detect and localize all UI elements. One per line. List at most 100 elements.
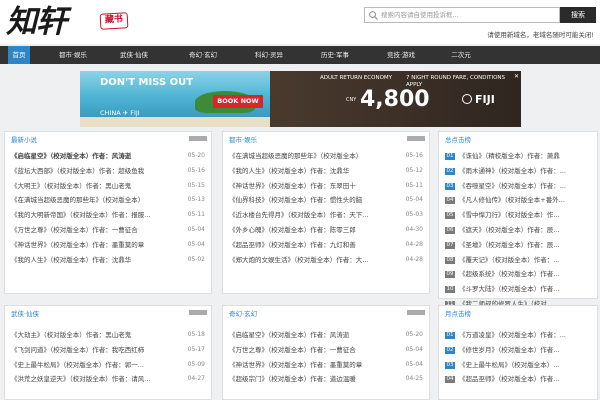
book-title-link[interactable]: 《超级宗门》（校对版全本）作者：道边温暖 xyxy=(229,372,401,387)
book-title-link[interactable]: 《启临星空》（校对版全本）作者：风涛逝 xyxy=(229,328,401,343)
book-title-link[interactable]: 《大明王》（校对版全本）作者：黑山老鬼 xyxy=(11,179,183,194)
book-title-link[interactable]: 《大劫主》（校对版全本）作者：黑山老鬼 xyxy=(11,328,183,343)
ranking-item[interactable]: 07 《圣墟》（校对版全本）作者：辰... xyxy=(439,238,597,253)
ranking-item[interactable]: 04 《凡人修仙传》（校对版全本+番外... xyxy=(439,193,597,208)
ranking-item[interactable]: 10 《斗罗大陆》（校对版全本）作者... xyxy=(439,282,597,297)
nav-history[interactable]: 历史·军事 xyxy=(312,46,358,64)
book-title-link[interactable]: 《神话世界》（校对版全本）作者：墨重莫的章 xyxy=(11,238,183,253)
panel-title[interactable]: 奇幻·玄幻 xyxy=(229,308,257,318)
list-item[interactable]: 《神话世界》（校对版全本）作者：墨重莫的章 05-04 xyxy=(223,358,429,373)
list-item[interactable]: 《启临星空》（校对版全本）作者：风涛逝 05-20 xyxy=(5,149,211,164)
panel-title[interactable]: 武侠·仙侠 xyxy=(11,308,39,318)
book-title-link[interactable]: 《凡人修仙传》（校对版全本+番外... xyxy=(459,193,593,208)
list-item[interactable]: 《洪荒之妖皇逆天》（校对版全本）作者：请风... 04-27 xyxy=(5,372,211,387)
book-title-link[interactable]: 《洪荒之妖皇逆天》（校对版全本）作者：请风... xyxy=(11,372,183,387)
book-title-link[interactable]: 《在满城当超级恶魔的那些年》（校对版全本） xyxy=(229,149,401,164)
list-item[interactable]: 《外乡心魄》（校对版全本）作者：陈零三郎 04-30 xyxy=(223,223,429,238)
book-title-link[interactable]: 《覆天记》（校对版全本）作者：... xyxy=(459,253,593,268)
list-item[interactable]: 《大明王》（校对版全本）作者：黑山老鬼 05-15 xyxy=(5,179,211,194)
ranking-item[interactable]: 02 《雨木通神》（校对版全本）作者：... xyxy=(439,164,597,179)
ranking-item[interactable]: 05 《雪中悍刀行》（校对版全本）作... xyxy=(439,208,597,223)
book-title-link[interactable]: 《万道凌皇》（校对版全本）作者：... xyxy=(459,328,593,343)
more-icon[interactable] xyxy=(189,136,207,141)
list-item[interactable]: 《神话世界》（校对版全本）作者：墨重莫的章 05-04 xyxy=(5,238,211,253)
list-item[interactable]: 《仙界科技》（校对版全本）作者：惯性头的脑 05-04 xyxy=(223,193,429,208)
book-title-link[interactable]: 《超品巫师》（校对版全本）作者... xyxy=(459,372,593,387)
book-title-link[interactable]: 《万世之尊》（校对版全本）作者：一曹征合 xyxy=(11,223,183,238)
list-item[interactable]: 《郑大炮的文娱生活》（校对版全本）作者：大... 04-28 xyxy=(223,253,429,268)
nav-urban[interactable]: 都市·娱乐 xyxy=(49,46,97,64)
ranking-item[interactable]: 08 《覆天记》（校对版全本）作者：... xyxy=(439,253,597,268)
panel-title[interactable]: 月点击榜 xyxy=(445,308,471,318)
ranking-item[interactable]: 01 《诛仙》（精校版全本）作者：萧鼎 xyxy=(439,149,597,164)
book-title-link[interactable]: 《启临星空》（校对版全本）作者：风涛逝 xyxy=(11,149,183,164)
panel-title[interactable]: 最新小说 xyxy=(11,134,37,144)
list-item[interactable]: 《在满城当超级恶魔的那些年》（校对版全本） 05-13 xyxy=(5,193,211,208)
site-logo[interactable]: 知轩 藏书 xyxy=(6,2,156,42)
book-title-link[interactable]: 《超级系统》（校对版全本）作者... xyxy=(459,267,593,282)
search-button[interactable]: 搜索 xyxy=(560,7,596,23)
nav-games[interactable]: 竞技·游戏 xyxy=(378,46,424,64)
book-title-link[interactable]: 《郑大炮的文娱生活》（校对版全本）作者：大... xyxy=(229,253,401,268)
list-item[interactable]: 《飞剑问道》（校对版全本）作者：我吃西红柿 05-17 xyxy=(5,343,211,358)
list-item[interactable]: 《大劫主》（校对版全本）作者：黑山老鬼 05-18 xyxy=(5,328,211,343)
book-title-link[interactable]: 《超品巫师》（校对版全本）作者：九灯和善 xyxy=(229,238,401,253)
nav-scifi[interactable]: 科幻·灵异 xyxy=(246,46,292,64)
ranking-item[interactable]: 04 《超品巫师》（校对版全本）作者... xyxy=(439,372,597,387)
list-item[interactable]: 《万世之尊》（校对版全本）作者：一曹征合 05-04 xyxy=(5,223,211,238)
book-title-link[interactable]: 《外乡心魄》（校对版全本）作者：陈零三郎 xyxy=(229,223,401,238)
book-title-link[interactable]: 《史上最牛松局》（校对版全本）... xyxy=(459,358,593,373)
book-title-link[interactable]: 《万世之尊》（校对版全本）作者：一曹征合 xyxy=(229,343,401,358)
book-title-link[interactable]: 《神话世界》（校对版全本）作者：东翠田十 xyxy=(229,179,401,194)
book-title-link[interactable]: 《我的人生》（校对版全本）作者：沈鼎华 xyxy=(11,253,183,268)
list-item[interactable]: 《万世之尊》（校对版全本）作者：一曹征合 05-04 xyxy=(223,343,429,358)
book-title-link[interactable]: 《我的大明新帝国》（校对版全本）作者：报服... xyxy=(11,208,183,223)
nav-fantasy[interactable]: 奇幻·玄幻 xyxy=(180,46,226,64)
more-icon[interactable] xyxy=(407,136,425,141)
list-item[interactable]: 《蓝坛大西部》（校对版全本）作者：超级鱼我 05-16 xyxy=(5,164,211,179)
ranking-item[interactable]: 01 《万道凌皇》（校对版全本）作者：... xyxy=(439,328,597,343)
list-item[interactable]: 《近水楼台先得月》（校对版全本）作者：天下... 05-03 xyxy=(223,208,429,223)
ad-banner[interactable]: DON'T MISS OUT CHINA ✈ FIJI BOOK NOW ADU… xyxy=(80,71,521,127)
ranking-item[interactable]: 03 《史上最牛松局》（校对版全本）... xyxy=(439,358,597,373)
ad-book-button[interactable]: BOOK NOW xyxy=(213,95,263,108)
more-icon[interactable] xyxy=(407,310,425,315)
book-title-link[interactable]: 《史上最牛松局》（校对版全本）作者：郭一... xyxy=(11,358,183,373)
ranking-item[interactable]: 06 《遮天》（校对版全本）作者：辰... xyxy=(439,223,597,238)
book-title-link[interactable]: 《我的人生》（校对版全本）作者：沈鼎华 xyxy=(229,164,401,179)
book-title-link[interactable]: 《在满城当超级恶魔的那些年》（校对版全本） xyxy=(11,193,183,208)
list-item[interactable]: 《我的人生》（校对版全本）作者：沈鼎华 05-12 xyxy=(223,164,429,179)
book-title-link[interactable]: 《仙界科技》（校对版全本）作者：惯性头的脑 xyxy=(229,193,401,208)
more-icon[interactable] xyxy=(189,310,207,315)
list-item[interactable]: 《我的人生》（校对版全本）作者：沈鼎华 05-02 xyxy=(5,253,211,268)
book-title-link[interactable]: 《雨木通神》（校对版全本）作者：... xyxy=(459,164,593,179)
book-title-link[interactable]: 《雪中悍刀行》（校对版全本）作... xyxy=(459,208,593,223)
book-title-link[interactable]: 《圣墟》（校对版全本）作者：辰... xyxy=(459,238,593,253)
book-title-link[interactable]: 《近水楼台先得月》（校对版全本）作者：天下... xyxy=(229,208,401,223)
list-item[interactable]: 《超级宗门》（校对版全本）作者：道边温暖 04-25 xyxy=(223,372,429,387)
book-title-link[interactable]: 《遮天》（校对版全本）作者：辰... xyxy=(459,223,593,238)
book-title-link[interactable]: 《吞噬星空》（校对版全本）作者：... xyxy=(459,179,593,194)
list-item[interactable]: 《在满城当超级恶魔的那些年》（校对版全本） 05-16 xyxy=(223,149,429,164)
nav-acg[interactable]: 二次元 xyxy=(446,46,476,64)
ranking-item[interactable]: 09 《超级系统》（校对版全本）作者... xyxy=(439,267,597,282)
panel-title[interactable]: 都市·娱乐 xyxy=(229,134,257,144)
ranking-item[interactable]: 03 《吞噬星空》（校对版全本）作者：... xyxy=(439,179,597,194)
nav-home[interactable]: 首页 xyxy=(8,46,30,64)
list-item[interactable]: 《超品巫师》（校对版全本）作者：九灯和善 04-28 xyxy=(223,238,429,253)
ranking-item[interactable]: 02 《修世岁月》（校对版全本）作者... xyxy=(439,343,597,358)
list-item[interactable]: 《史上最牛松局》（校对版全本）作者：郭一... 05-09 xyxy=(5,358,211,373)
list-item[interactable]: 《启临星空》（校对版全本）作者：风涛逝 05-20 xyxy=(223,328,429,343)
book-title-link[interactable]: 《诛仙》（精校版全本）作者：萧鼎 xyxy=(459,149,593,164)
search-input[interactable] xyxy=(381,8,557,22)
book-title-link[interactable]: 《斗罗大陆》（校对版全本）作者... xyxy=(459,282,593,297)
book-title-link[interactable]: 《修世岁月》（校对版全本）作者... xyxy=(459,343,593,358)
list-item[interactable]: 《我的大明新帝国》（校对版全本）作者：报服... 05-11 xyxy=(5,208,211,223)
ad-close-icon[interactable]: ✕ xyxy=(514,73,519,80)
book-title-link[interactable]: 《神话世界》（校对版全本）作者：墨重莫的章 xyxy=(229,358,401,373)
list-item[interactable]: 《神话世界》（校对版全本）作者：东翠田十 05-11 xyxy=(223,179,429,194)
book-title-link[interactable]: 《蓝坛大西部》（校对版全本）作者：超级鱼我 xyxy=(11,164,183,179)
panel-title[interactable]: 总点击榜 xyxy=(445,134,471,144)
nav-wuxia[interactable]: 武侠·仙侠 xyxy=(111,46,157,64)
book-title-link[interactable]: 《飞剑问道》（校对版全本）作者：我吃西红柿 xyxy=(11,343,183,358)
